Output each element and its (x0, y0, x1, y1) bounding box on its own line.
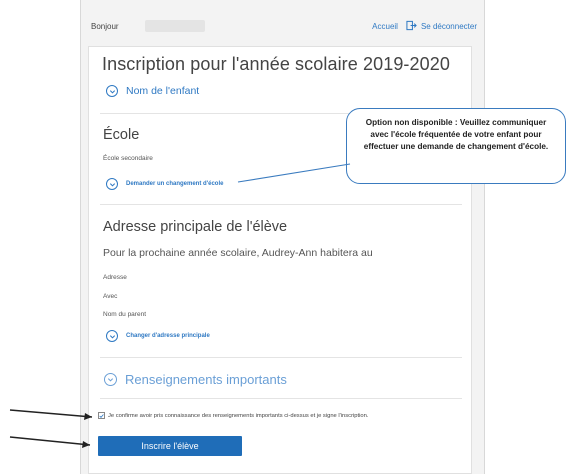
divider (100, 204, 462, 205)
logout-label: Se déconnecter (420, 21, 477, 31)
address-lead-text: Pour la prochaine année scolaire, Audrey… (103, 247, 373, 259)
page-title: Inscription pour l'année scolaire 2019-2… (102, 54, 450, 74)
change-address-link[interactable]: Changer d'adresse principale (106, 330, 210, 342)
child-name-label: Nom de l'enfant (126, 85, 200, 97)
top-bar: Bonjour Accueil Se déconnecter (85, 8, 481, 44)
confirm-row: Je confirme avoir pris connaissance des … (98, 412, 368, 419)
home-link[interactable]: Accueil (372, 22, 398, 31)
chevron-down-circle-icon (104, 373, 117, 386)
with-label: Avec (103, 293, 118, 300)
important-info-label: Renseignements importants (125, 372, 287, 387)
greeting-text: Bonjour (91, 21, 119, 31)
user-name-redacted (144, 20, 205, 32)
divider (100, 398, 462, 399)
request-school-change-link[interactable]: Demander un changement d'école (106, 178, 223, 190)
expand-important-info[interactable]: Renseignements importants (104, 372, 287, 387)
logout-icon (406, 20, 417, 33)
chevron-down-circle-icon (106, 85, 118, 97)
school-type-label: École secondaire (103, 155, 153, 162)
change-address-label: Changer d'adresse principale (126, 333, 210, 339)
check-icon (99, 413, 104, 418)
parent-name-label: Nom du parent (103, 311, 146, 318)
logout-link[interactable]: Se déconnecter (406, 20, 477, 33)
address-heading: Adresse principale de l'élève (103, 219, 288, 235)
confirm-checkbox[interactable] (98, 412, 105, 419)
address-label: Adresse (103, 274, 127, 281)
chevron-down-circle-icon (106, 330, 118, 342)
chevron-down-circle-icon (106, 178, 118, 190)
expand-child-name[interactable]: Nom de l'enfant (106, 85, 199, 97)
arrow-to-submit-button (9, 436, 91, 448)
unavailable-option-callout: Option non disponible : Veuillez communi… (346, 108, 566, 184)
school-heading: École (103, 127, 140, 143)
divider (100, 357, 462, 358)
request-school-change-label: Demander un changement d'école (126, 181, 224, 187)
confirm-text: Je confirme avoir pris connaissance des … (108, 412, 369, 419)
top-bar-actions: Accueil Se déconnecter (372, 20, 477, 33)
register-student-button[interactable]: Inscrire l'élève (98, 436, 242, 456)
